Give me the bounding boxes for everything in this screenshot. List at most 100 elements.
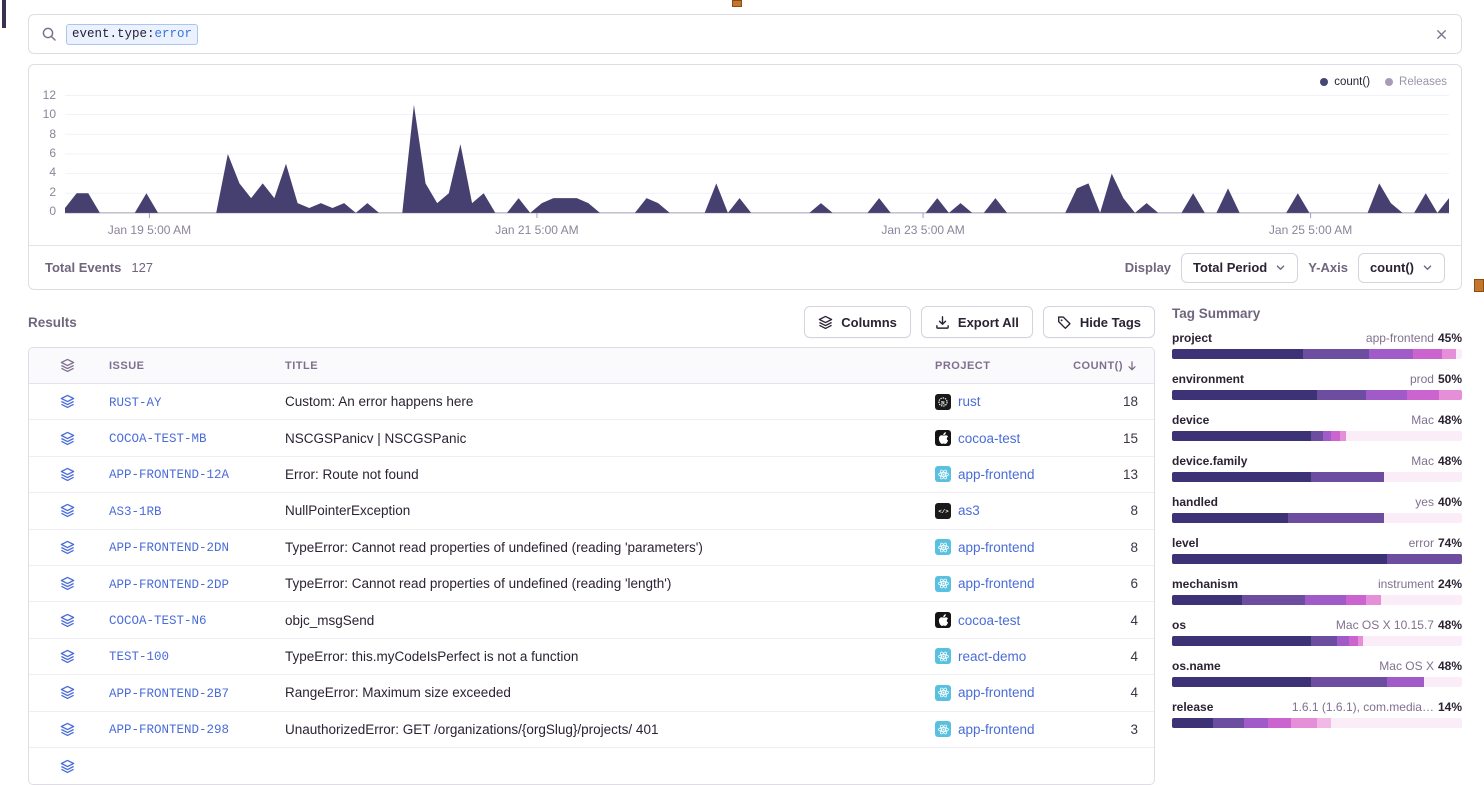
column-header-project[interactable]: PROJECT [935, 360, 1058, 372]
tag-top-value: error74% [1409, 536, 1462, 550]
project-link[interactable]: react-demo [958, 649, 1026, 664]
tag-bar-segment[interactable] [1242, 595, 1306, 605]
clear-search-icon[interactable] [1434, 27, 1449, 42]
tag-distribution-bar[interactable] [1172, 513, 1462, 523]
tag-distribution-bar[interactable] [1172, 349, 1462, 359]
tag-bar-segment[interactable] [1340, 431, 1346, 441]
issue-stack-icon[interactable] [45, 394, 89, 409]
display-dropdown[interactable]: Total Period [1181, 253, 1298, 283]
tag-bar-segment[interactable] [1442, 349, 1457, 359]
tag-bar-segment[interactable] [1268, 718, 1291, 728]
tag-bar-segment[interactable] [1311, 636, 1337, 646]
project-link[interactable]: cocoa-test [958, 431, 1020, 446]
tag-bar-segment[interactable] [1439, 390, 1462, 400]
tag-bar-segment[interactable] [1358, 636, 1364, 646]
project-link[interactable]: app-frontend [958, 685, 1035, 700]
tag-bar-segment[interactable] [1317, 390, 1366, 400]
tag-bar-segment[interactable] [1387, 554, 1462, 564]
tag-bar-segment[interactable] [1349, 636, 1358, 646]
tag-distribution-bar[interactable] [1172, 431, 1462, 441]
issue-stack-icon[interactable] [45, 722, 89, 737]
tag-summary-item-handled: handledyes40% [1172, 495, 1462, 523]
legend-item-releases[interactable]: Releases [1385, 76, 1447, 88]
tag-bar-segment[interactable] [1366, 390, 1407, 400]
project-link[interactable]: app-frontend [958, 467, 1035, 482]
tag-bar-segment[interactable] [1172, 554, 1387, 564]
project-link[interactable]: cocoa-test [958, 613, 1020, 628]
tag-bar-segment[interactable] [1172, 513, 1288, 523]
issue-link[interactable]: RUST-AY [109, 396, 162, 410]
issue-stack-icon[interactable] [45, 759, 89, 774]
search-token[interactable]: event.type:error [66, 24, 198, 45]
issue-link[interactable]: COCOA-TEST-N6 [109, 614, 207, 628]
column-header-issue[interactable]: ISSUE [89, 360, 285, 372]
events-area-chart[interactable] [65, 95, 1449, 219]
tag-distribution-bar[interactable] [1172, 390, 1462, 400]
issue-link[interactable]: APP-FRONTEND-2B7 [109, 687, 229, 701]
column-header-title[interactable]: TITLE [285, 360, 935, 372]
tag-distribution-bar[interactable] [1172, 595, 1462, 605]
tag-bar-segment[interactable] [1311, 472, 1384, 482]
yaxis-dropdown[interactable]: count() [1358, 253, 1445, 283]
column-header-count[interactable]: COUNT() [1058, 360, 1138, 372]
tag-bar-segment[interactable] [1337, 636, 1349, 646]
tag-distribution-bar[interactable] [1172, 472, 1462, 482]
tag-bar-segment[interactable] [1407, 390, 1439, 400]
issue-stack-icon[interactable] [45, 540, 89, 555]
issue-link[interactable]: AS3-1RB [109, 505, 162, 519]
tag-bar-segment[interactable] [1346, 595, 1366, 605]
chart-legend[interactable]: count() Releases [1320, 76, 1447, 88]
tag-distribution-bar[interactable] [1172, 554, 1462, 564]
issue-stack-icon[interactable] [45, 503, 89, 518]
tag-bar-segment[interactable] [1366, 595, 1381, 605]
issue-link[interactable]: TEST-100 [109, 650, 169, 664]
issue-stack-icon[interactable] [45, 576, 89, 591]
tag-bar-segment[interactable] [1303, 349, 1370, 359]
issue-stack-icon[interactable] [45, 649, 89, 664]
tag-bar-segment[interactable] [1305, 595, 1346, 605]
issue-link[interactable]: APP-FRONTEND-12A [109, 468, 229, 482]
tag-distribution-bar[interactable] [1172, 718, 1462, 728]
tag-bar-segment[interactable] [1172, 472, 1311, 482]
tag-bar-segment[interactable] [1172, 349, 1303, 359]
tag-bar-segment[interactable] [1331, 431, 1340, 441]
columns-button[interactable]: Columns [804, 306, 911, 338]
tag-bar-segment[interactable] [1213, 718, 1245, 728]
project-link[interactable]: app-frontend [958, 722, 1035, 737]
tag-distribution-bar[interactable] [1172, 636, 1462, 646]
issue-stack-icon[interactable] [45, 431, 89, 446]
tag-bar-segment[interactable] [1413, 349, 1442, 359]
project-link[interactable]: app-frontend [958, 576, 1035, 591]
tag-bar-segment[interactable] [1311, 431, 1323, 441]
export-all-button[interactable]: Export All [921, 306, 1033, 338]
tag-bar-segment[interactable] [1172, 595, 1242, 605]
hide-tags-button[interactable]: Hide Tags [1043, 306, 1155, 338]
tag-bar-segment[interactable] [1244, 718, 1267, 728]
tag-bar-segment[interactable] [1288, 513, 1384, 523]
issue-stack-icon[interactable] [45, 685, 89, 700]
legend-item-count[interactable]: count() [1320, 76, 1370, 88]
issue-link[interactable]: COCOA-TEST-MB [109, 432, 207, 446]
tag-bar-segment[interactable] [1172, 718, 1213, 728]
tag-bar-segment[interactable] [1317, 718, 1332, 728]
tag-bar-segment[interactable] [1369, 349, 1413, 359]
search-bar[interactable]: event.type:error [28, 14, 1462, 54]
issue-link[interactable]: APP-FRONTEND-2DP [109, 578, 229, 592]
tag-bar-segment[interactable] [1172, 636, 1311, 646]
issue-link[interactable]: APP-FRONTEND-2DN [109, 541, 229, 555]
issue-stack-icon[interactable] [45, 613, 89, 628]
project-link[interactable]: app-frontend [958, 540, 1035, 555]
issue-stack-icon[interactable] [45, 467, 89, 482]
project-link[interactable]: rust [958, 394, 981, 409]
tag-bar-segment[interactable] [1323, 431, 1332, 441]
issue-link[interactable]: APP-FRONTEND-298 [109, 723, 229, 737]
tag-bar-segment[interactable] [1291, 718, 1317, 728]
legend-dot [1385, 78, 1393, 86]
tag-bar-segment[interactable] [1172, 431, 1311, 441]
tag-bar-segment[interactable] [1387, 677, 1425, 687]
project-link[interactable]: as3 [958, 503, 980, 518]
tag-bar-segment[interactable] [1172, 390, 1317, 400]
tag-bar-segment[interactable] [1311, 677, 1386, 687]
tag-distribution-bar[interactable] [1172, 677, 1462, 687]
tag-bar-segment[interactable] [1172, 677, 1311, 687]
